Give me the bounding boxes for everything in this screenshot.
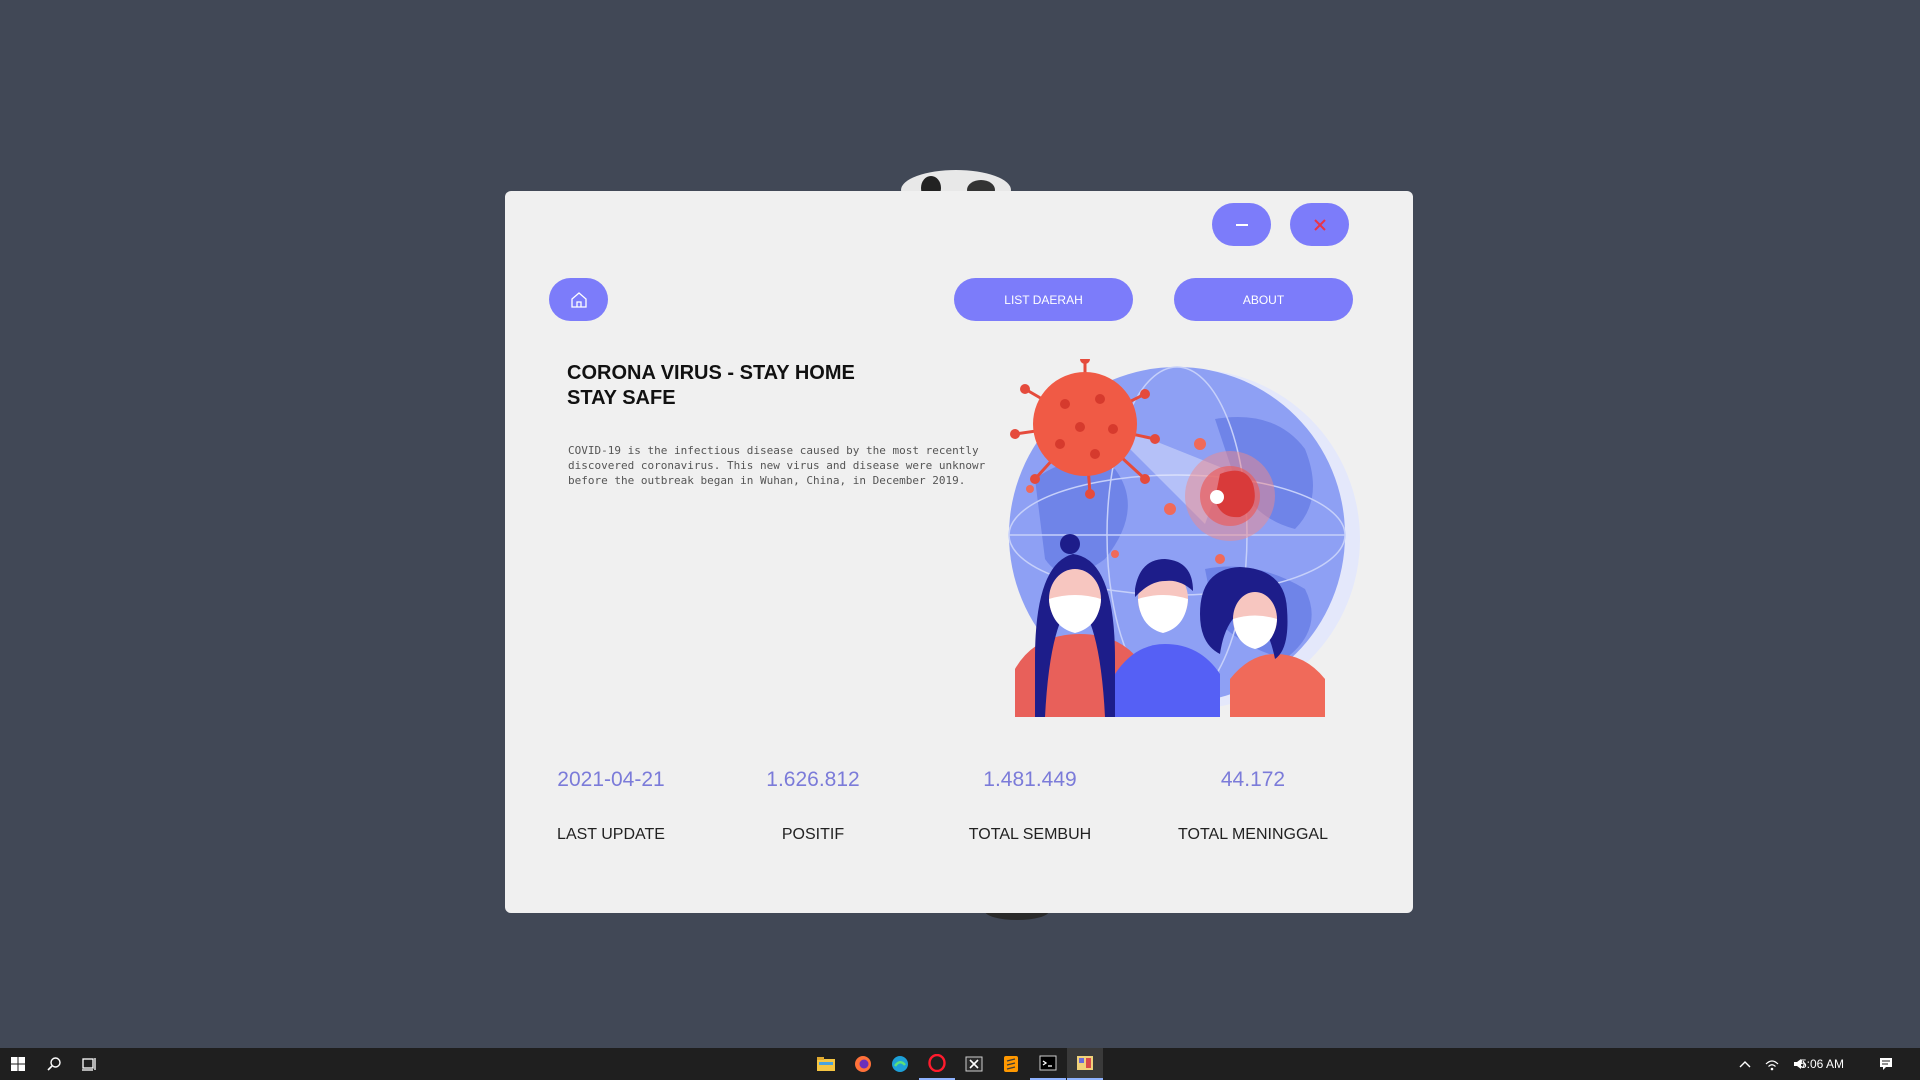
- stat-label: TOTAL MENINGGAL: [1178, 826, 1328, 843]
- app-icon[interactable]: [1067, 1048, 1103, 1080]
- description-line-3: before the outbreak began in Wuhan, Chin…: [568, 474, 966, 487]
- page-title: CORONA VIRUS - STAY HOME STAY SAFE: [567, 361, 967, 411]
- task-view-icon[interactable]: [72, 1048, 108, 1080]
- stat-positif: 1.626.812 POSITIF: [708, 765, 918, 845]
- home-button[interactable]: [549, 278, 608, 321]
- search-icon[interactable]: [36, 1048, 72, 1080]
- home-icon: [570, 291, 587, 308]
- minimize-icon: [1235, 223, 1248, 226]
- corona-illustration: [1008, 359, 1360, 717]
- stat-value: 44.172: [1220, 768, 1286, 791]
- opera-icon[interactable]: [919, 1048, 955, 1080]
- close-icon: [1313, 218, 1326, 231]
- app-window: LIST DAERAH ABOUT CORONA VIRUS - STAY HO…: [505, 191, 1413, 913]
- title-line-1: CORONA VIRUS - STAY HOME: [567, 362, 855, 384]
- title-line-2: STAY SAFE: [567, 387, 676, 409]
- stat-label: TOTAL SEMBUH: [968, 826, 1092, 843]
- firefox-icon[interactable]: [845, 1048, 881, 1080]
- notification-icon[interactable]: [1868, 1048, 1904, 1080]
- chevron-up-icon[interactable]: [1738, 1058, 1752, 1070]
- network-icon[interactable]: [1764, 1057, 1780, 1071]
- stat-value: 1.481.449: [983, 768, 1077, 791]
- excel-icon[interactable]: [956, 1048, 992, 1080]
- description-text: COVID-19 is the infectious disease cause…: [568, 443, 1009, 488]
- stat-value: 1.626.812: [766, 768, 860, 791]
- edge-icon[interactable]: [882, 1048, 918, 1080]
- sublime-icon[interactable]: [993, 1048, 1029, 1080]
- stat-last-update: 2021-04-21 LAST UPDATE: [506, 765, 716, 845]
- description-line-2: discovered coronavirus. This new virus a…: [568, 459, 986, 472]
- system-tray: [1738, 1048, 1808, 1080]
- stat-label: POSITIF: [781, 826, 845, 843]
- description-line-1: COVID-19 is the infectious disease cause…: [568, 444, 979, 457]
- clock[interactable]: 5:06 AM: [1800, 1048, 1844, 1080]
- start-icon[interactable]: [0, 1048, 36, 1080]
- stat-total-meninggal: 44.172 TOTAL MENINGGAL: [1148, 765, 1358, 845]
- minimize-button[interactable]: [1212, 203, 1271, 246]
- file-explorer-icon[interactable]: [808, 1048, 844, 1080]
- about-button[interactable]: ABOUT: [1174, 278, 1353, 321]
- close-button[interactable]: [1290, 203, 1349, 246]
- list-daerah-button[interactable]: LIST DAERAH: [954, 278, 1133, 321]
- stat-label: LAST UPDATE: [557, 826, 665, 843]
- stat-total-sembuh: 1.481.449 TOTAL SEMBUH: [925, 765, 1135, 845]
- terminal-icon[interactable]: [1030, 1048, 1066, 1080]
- taskbar: 5:06 AM: [0, 1048, 1920, 1080]
- stat-value: 2021-04-21: [557, 768, 665, 791]
